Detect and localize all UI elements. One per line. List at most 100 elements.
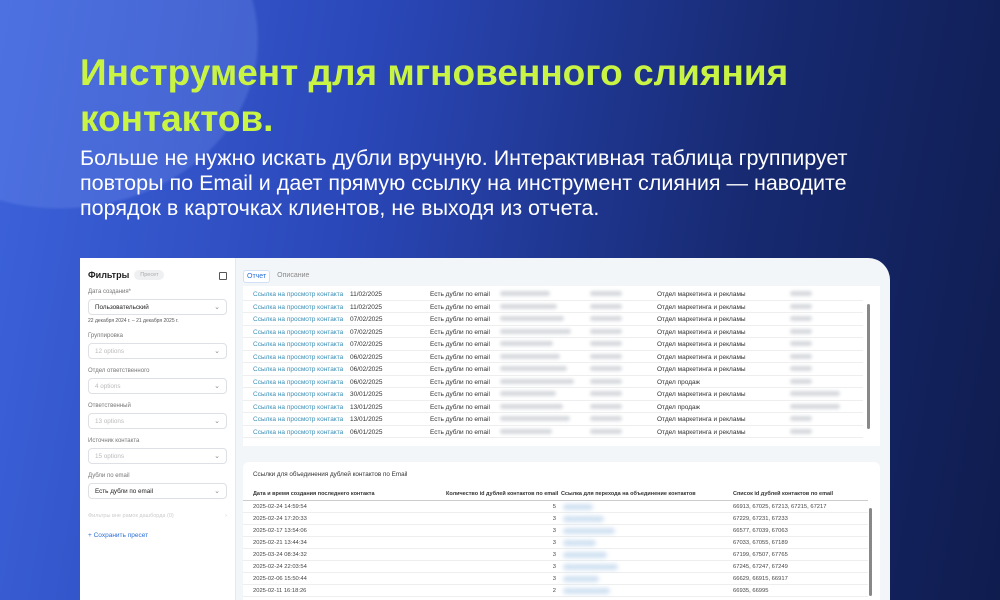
merge-link[interactable]: [563, 528, 615, 536]
header-datetime[interactable]: Дата и время создания последнего контакт…: [253, 491, 375, 497]
chevron-down-icon: ⌄: [214, 418, 220, 425]
date-select[interactable]: Пользовательский ⌄: [88, 299, 227, 315]
date-label: Дата создания*: [88, 289, 131, 295]
department: Отдел маркетинга и рекламы: [657, 391, 746, 398]
dupe-ids: 66629, 66915, 66917: [733, 576, 788, 582]
redacted-cell: [790, 366, 812, 373]
dupe-ids: 66913, 67025, 67213, 67215, 67217: [733, 504, 827, 510]
dupe-count: 5: [552, 504, 556, 510]
owner-label: Ответственный: [88, 403, 131, 409]
created-date: 06/02/2025: [350, 378, 383, 386]
tabs: Отчет Описание: [243, 270, 312, 283]
contact-link[interactable]: Ссылка на просмотр контакта: [253, 354, 343, 361]
save-preset-button[interactable]: + Сохранить пресет: [88, 532, 227, 539]
merge-table-title: Ссылки для объединения дублей контактов …: [253, 471, 408, 478]
dupes-label: Дубли по email: [88, 473, 130, 479]
table-row: 2025-02-17 13:54:06 3 66577, 67039, 6706…: [243, 525, 868, 537]
merge-link[interactable]: [563, 540, 596, 548]
dupe-count: 3: [552, 576, 556, 582]
merge-link[interactable]: [563, 564, 618, 572]
merge-link[interactable]: [563, 588, 610, 596]
collapse-sidebar-icon[interactable]: [219, 272, 227, 280]
filters-sidebar: Фильтры Пресет Дата создания* Пользовател…: [80, 258, 236, 600]
redacted-cell: [590, 316, 622, 323]
chevron-down-icon: ⌄: [214, 453, 220, 460]
redacted-cell: [590, 303, 622, 311]
created-date: 11/02/2025: [350, 291, 383, 298]
chevron-down-icon: ⌄: [214, 488, 220, 495]
contact-link[interactable]: Ссылка на просмотр контакта: [253, 366, 343, 373]
redacted-cell: [790, 416, 812, 423]
contact-link[interactable]: Ссылка на просмотр контакта: [253, 404, 343, 411]
redacted-cell: [790, 378, 812, 386]
dupe-status: Есть дубли по email: [430, 416, 490, 423]
merge-link[interactable]: [563, 504, 593, 512]
redacted-cell: [590, 403, 622, 411]
created-date: 06/01/2025: [350, 428, 383, 436]
source-label: Источник контакта: [88, 438, 140, 444]
header-link[interactable]: Ссылка для перехода на объединение конта…: [561, 491, 696, 497]
redacted-cell: [590, 366, 622, 373]
redacted-cell: [500, 391, 556, 398]
contact-link[interactable]: Ссылка на просмотр контакта: [253, 341, 343, 348]
dept-label: Отдел ответственного: [88, 368, 150, 374]
headline: Инструмент для мгновенного слияния конта…: [80, 52, 789, 139]
grouping-select[interactable]: 12 options ⌄: [88, 343, 227, 359]
tab-description[interactable]: Описание: [274, 270, 312, 283]
redacted-cell: [790, 316, 812, 323]
redacted-cell: [500, 366, 567, 373]
dupe-status: Есть дубли по email: [430, 378, 490, 386]
chevron-down-icon: ⌄: [214, 348, 220, 355]
header-ids[interactable]: Список id дублей контактов по email: [733, 491, 833, 497]
contact-link[interactable]: Ссылка на просмотр контакта: [253, 316, 343, 323]
outside-filters[interactable]: Фильтры вне рамок дашборда (0) ›: [88, 513, 227, 519]
datetime: 2025-02-17 13:54:06: [253, 528, 307, 534]
datetime: 2025-02-24 14:59:54: [253, 504, 307, 510]
department: Отдел маркетинга и рекламы: [657, 316, 746, 323]
contact-link[interactable]: Ссылка на просмотр контакта: [253, 304, 343, 311]
tab-report[interactable]: Отчет: [243, 270, 271, 283]
scrollbar[interactable]: [867, 304, 870, 429]
created-date: 07/02/2025: [350, 341, 383, 348]
contact-link[interactable]: Ссылка на просмотр контакта: [253, 391, 343, 398]
merge-link[interactable]: [563, 516, 604, 524]
redacted-cell: [500, 416, 570, 423]
redacted-cell: [500, 316, 564, 323]
dupe-status: Есть дубли по email: [430, 366, 490, 373]
table-row: Ссылка на просмотр контакта 30/01/2025 Е…: [243, 388, 863, 401]
table-header: Дата и время создания последнего контакт…: [243, 487, 868, 501]
dupe-ids: 67245, 67247, 67249: [733, 564, 788, 570]
dupe-ids: 66935, 66995: [733, 588, 769, 594]
redacted-cell: [500, 303, 557, 311]
dupes-select[interactable]: Есть дубли по email ⌄: [88, 483, 227, 499]
dept-select[interactable]: 4 options ⌄: [88, 378, 227, 394]
datetime: 2025-03-24 08:34:32: [253, 552, 307, 558]
redacted-cell: [590, 428, 622, 436]
dupe-ids: 66577, 67039, 67063: [733, 528, 788, 534]
table-row: Ссылка на просмотр контакта 13/01/2025 Е…: [243, 413, 863, 426]
contact-link[interactable]: Ссылка на просмотр контакта: [253, 379, 343, 386]
contact-link[interactable]: Ссылка на просмотр контакта: [253, 329, 343, 336]
created-date: 30/01/2025: [350, 391, 383, 398]
redacted-cell: [790, 403, 840, 411]
source-select[interactable]: 15 options ⌄: [88, 448, 227, 464]
contact-link[interactable]: Ссылка на просмотр контакта: [253, 291, 343, 298]
chevron-down-icon: ⌄: [214, 304, 220, 311]
dupe-ids: 67033, 67055, 67189: [733, 540, 788, 546]
header-count[interactable]: Количество id дублей контактов по email: [446, 491, 558, 497]
preset-badge[interactable]: Пресет: [134, 270, 165, 280]
dupe-count: 3: [552, 564, 556, 570]
grouping-label: Группировка: [88, 333, 123, 339]
owner-select[interactable]: 13 options ⌄: [88, 413, 227, 429]
contact-link[interactable]: Ссылка на просмотр контакта: [253, 416, 343, 423]
datetime: 2025-02-11 16:18:26: [253, 588, 307, 594]
merge-link[interactable]: [563, 576, 599, 584]
contact-link[interactable]: Ссылка на просмотр контакта: [253, 429, 343, 436]
dupe-status: Есть дубли по email: [430, 391, 490, 398]
table-row: Ссылка на просмотр контакта 13/01/2025 Е…: [243, 401, 863, 413]
dupe-count: 2: [552, 588, 556, 594]
table-row: 2025-02-11 16:18:26 2 66935, 66995: [243, 585, 868, 597]
merge-link[interactable]: [563, 552, 607, 560]
scrollbar[interactable]: [869, 508, 872, 596]
dupe-status: Есть дубли по email: [430, 341, 490, 348]
